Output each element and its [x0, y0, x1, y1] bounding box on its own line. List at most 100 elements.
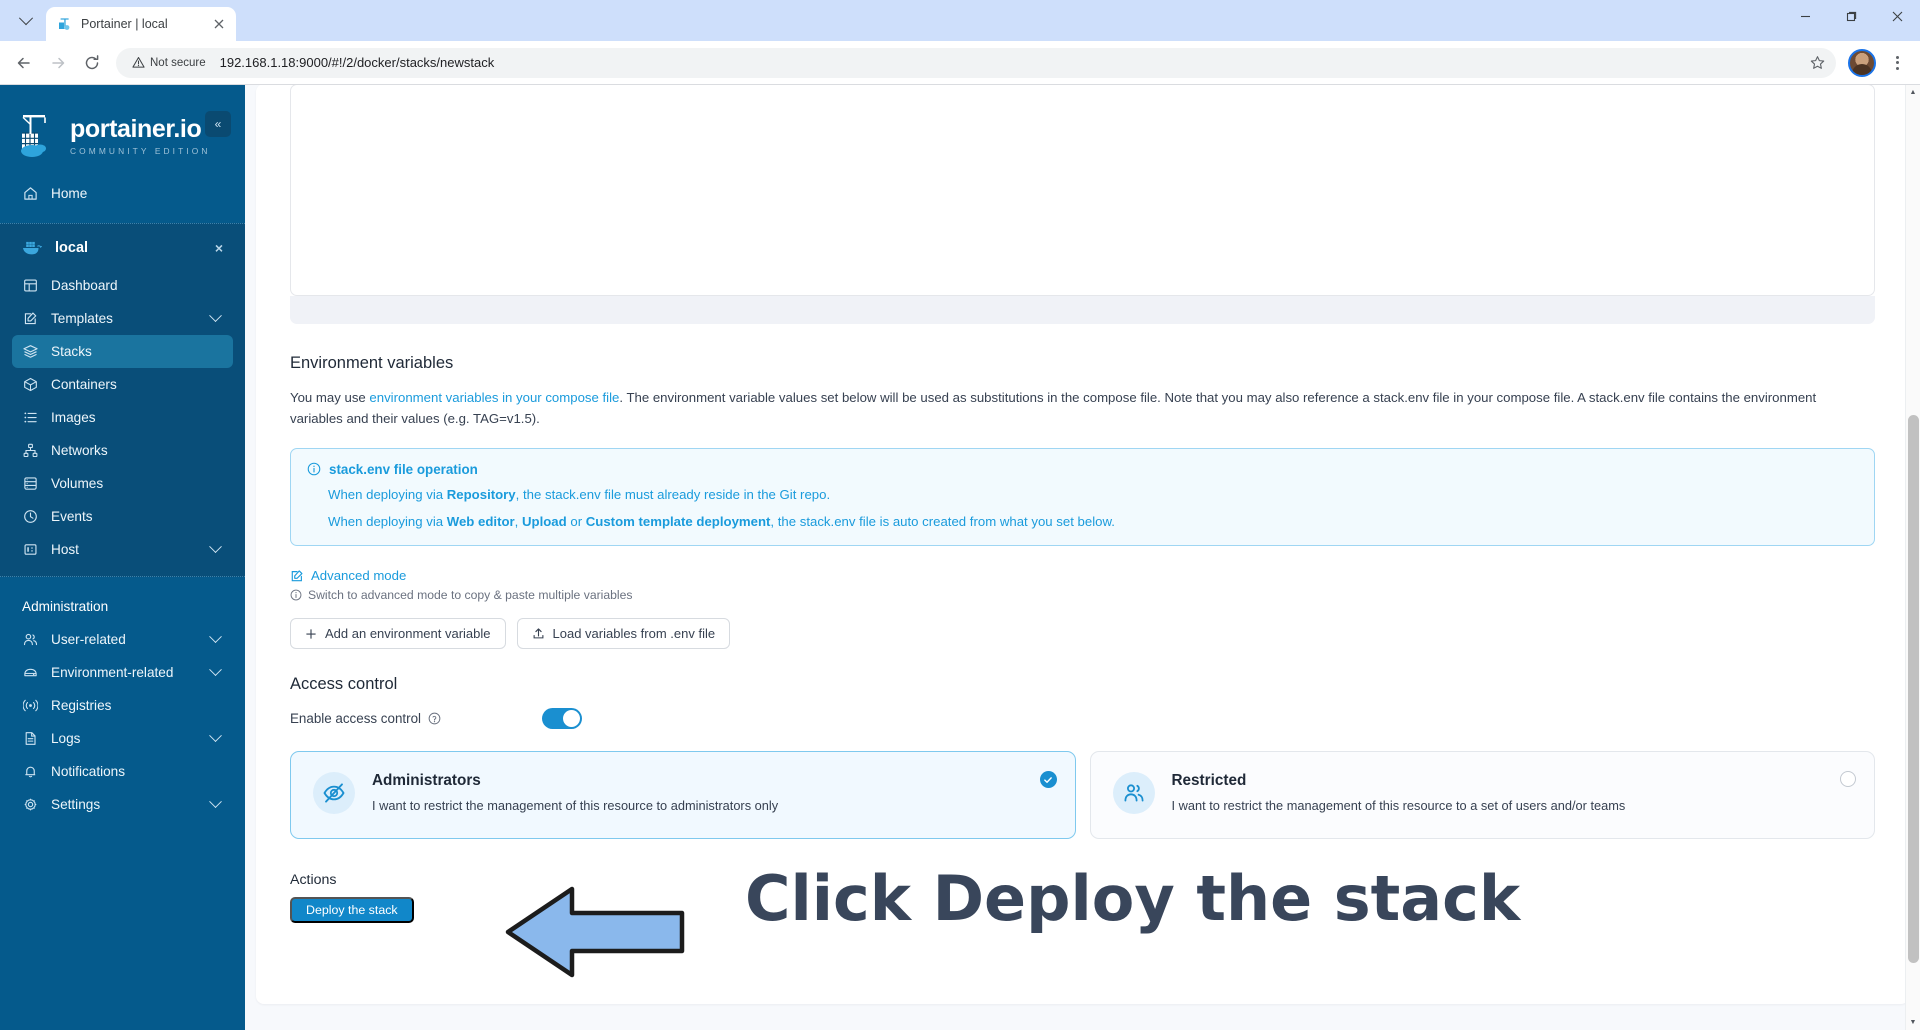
- sidebar-item-events[interactable]: Events: [12, 500, 233, 533]
- radio-selected-icon[interactable]: [1039, 771, 1057, 789]
- template-icon: [22, 311, 38, 327]
- browser-toolbar: Not secure 192.168.1.18:9000/#!/2/docker…: [0, 41, 1920, 85]
- images-list-icon: [22, 410, 38, 426]
- brand-subtitle: COMMUNITY EDITION: [70, 145, 211, 156]
- bell-icon: [22, 764, 38, 780]
- tab-search-button[interactable]: [8, 6, 44, 36]
- radio-unselected-icon[interactable]: [1840, 771, 1856, 788]
- compose-env-vars-link[interactable]: environment variables in your compose fi…: [369, 390, 619, 405]
- sidebar-item-containers[interactable]: Containers: [12, 368, 233, 401]
- warning-triangle-icon: [132, 56, 145, 68]
- enable-access-control-toggle[interactable]: [542, 708, 582, 730]
- tab-title: Portainer | local: [81, 17, 168, 31]
- sidebar-item-label: Networks: [51, 443, 108, 458]
- chevron-down-icon[interactable]: [209, 729, 222, 743]
- sidebar-item-label: Containers: [51, 377, 117, 392]
- advanced-mode-toggle[interactable]: Advanced mode: [290, 568, 1885, 583]
- sidebar-item-networks[interactable]: Networks: [12, 434, 233, 467]
- add-environment-variable-button[interactable]: Add an environment variable: [290, 618, 506, 650]
- kebab-menu-icon[interactable]: [1882, 48, 1912, 78]
- deploy-the-stack-button[interactable]: Deploy the stack: [290, 897, 414, 924]
- sidebar-item-stacks[interactable]: Stacks: [12, 335, 233, 368]
- stack-form-panel: Environment variables You may use enviro…: [256, 85, 1909, 1004]
- dashboard-icon: [22, 278, 38, 294]
- document-icon: [22, 731, 38, 747]
- access-option-restricted[interactable]: Restricted I want to restrict the manage…: [1089, 751, 1875, 840]
- site-security-indicator[interactable]: Not secure: [126, 53, 212, 72]
- users-group-icon: [1112, 772, 1155, 815]
- access-option-administrators[interactable]: Administrators I want to restrict the ma…: [290, 751, 1076, 840]
- sidebar-item-notifications[interactable]: Notifications: [12, 755, 233, 788]
- load-env-file-label: Load variables from .env file: [552, 626, 716, 642]
- sidebar-item-home[interactable]: Home: [12, 177, 233, 210]
- load-variables-from-env-file-button[interactable]: Load variables from .env file: [516, 618, 731, 650]
- compose-editor[interactable]: [290, 85, 1875, 296]
- sidebar-item-label: Host: [51, 542, 79, 557]
- line2-a: When deploying via: [328, 513, 447, 529]
- question-circle-icon: [428, 713, 441, 725]
- chevron-down-icon: [18, 11, 34, 26]
- chevron-down-icon[interactable]: [209, 309, 222, 323]
- sidebar-item-user-related[interactable]: User-related: [12, 623, 233, 656]
- reload-button[interactable]: [76, 47, 108, 79]
- brand-header: portainer.io COMMUNITY EDITION «: [0, 85, 245, 163]
- sidebar-item-dashboard[interactable]: Dashboard: [12, 269, 233, 302]
- add-env-var-label: Add an environment variable: [325, 626, 491, 642]
- advanced-mode-note-text: Switch to advanced mode to copy & paste …: [308, 588, 633, 603]
- sidebar-environment-header[interactable]: local ×: [12, 232, 233, 264]
- chevron-down-icon[interactable]: [209, 663, 222, 677]
- address-bar[interactable]: Not secure 192.168.1.18:9000/#!/2/docker…: [116, 47, 1836, 78]
- close-window-button[interactable]: [1874, 0, 1920, 32]
- back-button[interactable]: [8, 47, 40, 79]
- info-circle-icon: [307, 462, 321, 476]
- access-option-text: Restricted I want to restrict the manage…: [1172, 772, 1626, 812]
- users-icon: [22, 632, 38, 648]
- close-icon[interactable]: [210, 15, 228, 33]
- sidebar-item-environment-related[interactable]: Environment-related: [12, 656, 233, 689]
- line2-upload: Upload: [522, 513, 567, 529]
- maximize-button[interactable]: [1828, 0, 1874, 32]
- close-icon[interactable]: ×: [215, 240, 223, 256]
- chevron-down-icon[interactable]: [209, 540, 222, 554]
- sidebar-item-host[interactable]: Host: [12, 533, 233, 566]
- sidebar-item-label: Volumes: [51, 476, 104, 491]
- annotation-text: Click Deploy the stack: [745, 862, 1521, 936]
- sidebar: portainer.io COMMUNITY EDITION « Home lo…: [0, 85, 245, 1030]
- line2-customtemplate: Custom template deployment: [585, 513, 771, 529]
- forward-button[interactable]: [42, 47, 74, 79]
- chevron-down-icon[interactable]: [209, 795, 222, 809]
- access-option-title: Restricted: [1171, 772, 1247, 790]
- star-icon[interactable]: [1804, 50, 1830, 76]
- access-control-options: Administrators I want to restrict the ma…: [290, 751, 1875, 840]
- deploy-button-label: Deploy the stack: [306, 903, 398, 918]
- chevron-down-icon[interactable]: [209, 630, 222, 644]
- sidebar-item-registries[interactable]: Registries: [12, 689, 233, 722]
- sidebar-item-logs[interactable]: Logs: [12, 722, 233, 755]
- browser-tab[interactable]: Portainer | local: [46, 7, 236, 41]
- scroll-up-arrow-icon[interactable]: ▲: [1906, 85, 1920, 100]
- sidebar-item-label: Notifications: [51, 764, 126, 779]
- sidebar-item-label: Stacks: [51, 344, 92, 359]
- sidebar-collapse-button[interactable]: «: [205, 111, 231, 137]
- portainer-favicon: [57, 16, 73, 32]
- page-scrollbar[interactable]: ▲ ▼: [1905, 85, 1920, 1030]
- scroll-down-arrow-icon[interactable]: ▼: [1906, 1015, 1920, 1030]
- avatar[interactable]: [1848, 48, 1876, 77]
- left-arrow-annotation: [500, 883, 690, 986]
- upload-icon: [533, 628, 543, 639]
- sidebar-item-templates[interactable]: Templates: [12, 302, 233, 335]
- line2-e: or: [566, 513, 586, 529]
- stack-env-info-box: stack.env file operation When deploying …: [290, 447, 1875, 547]
- env-var-buttons: Add an environment variable Load variabl…: [290, 618, 1885, 650]
- home-icon: [22, 186, 38, 202]
- brand-name: portainer.io: [70, 114, 202, 143]
- sidebar-environment-group: local × Dashboard Templates Stacks Conta…: [0, 223, 245, 577]
- sidebar-item-volumes[interactable]: Volumes: [12, 467, 233, 500]
- sidebar-item-images[interactable]: Images: [12, 401, 233, 434]
- line2-webeditor: Web editor: [446, 513, 515, 529]
- scrollbar-thumb[interactable]: [1908, 415, 1919, 963]
- sidebar-item-settings[interactable]: Settings: [12, 788, 233, 821]
- info-box-line-2: When deploying via Web editor, Upload or…: [328, 513, 1858, 531]
- sidebar-item-label: Registries: [51, 698, 112, 713]
- minimize-button[interactable]: [1782, 0, 1828, 32]
